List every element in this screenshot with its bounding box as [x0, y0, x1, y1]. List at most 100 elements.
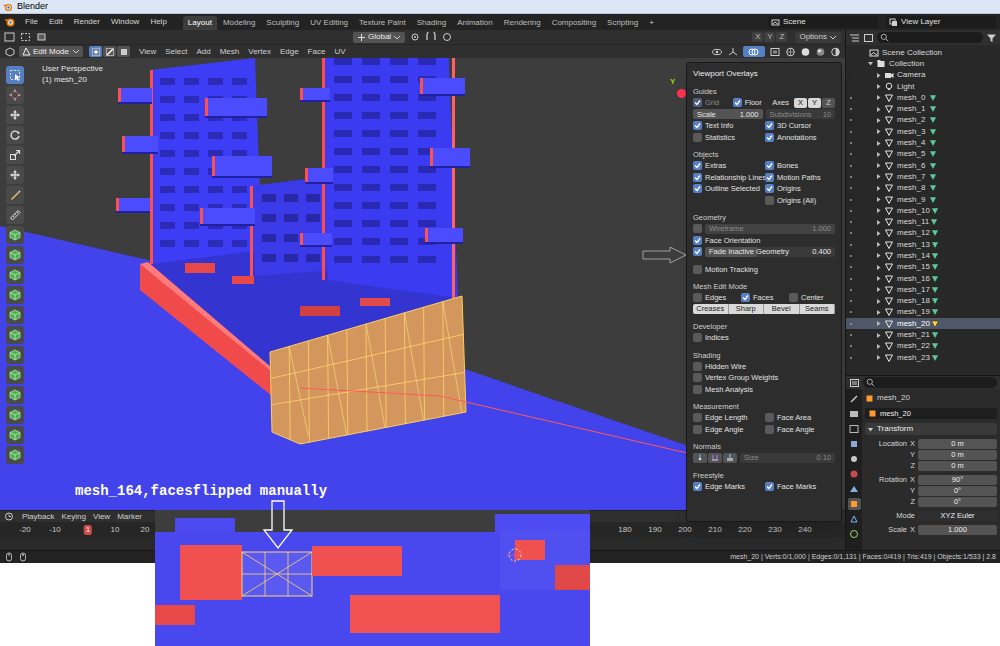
wireframe-shading-icon[interactable]: [785, 47, 796, 57]
object-tab-icon[interactable]: [848, 498, 861, 510]
exclude-dot-icon[interactable]: [850, 255, 852, 257]
outliner-item-name[interactable]: mesh_14: [897, 250, 930, 262]
extrude-icon[interactable]: [6, 246, 24, 264]
expand-arrow-icon[interactable]: [874, 207, 883, 214]
checkbox-option[interactable]: Indices: [693, 332, 835, 343]
outliner-editor-icon[interactable]: [849, 33, 860, 43]
mesh-data-icon[interactable]: [929, 217, 939, 227]
frame-number[interactable]: 210: [706, 525, 723, 535]
outliner-row[interactable]: mesh_19: [846, 307, 1000, 318]
exclude-dot-icon[interactable]: [850, 244, 852, 246]
checkbox[interactable]: [693, 293, 702, 302]
expand-arrow-icon[interactable]: [874, 309, 883, 316]
outliner-row[interactable]: mesh_0: [846, 92, 1000, 103]
modifier-tab-icon[interactable]: [848, 513, 861, 525]
checkbox[interactable]: [693, 236, 702, 245]
mesh-data-icon[interactable]: [930, 296, 940, 306]
property-field[interactable]: 0 m: [918, 461, 997, 471]
measure-icon[interactable]: [6, 206, 24, 224]
checkbox[interactable]: [741, 293, 750, 302]
split-normals-icon[interactable]: [708, 453, 722, 463]
slider-field[interactable]: Wireframe1.000: [705, 224, 835, 234]
spin-icon[interactable]: [6, 366, 24, 384]
expand-arrow-icon[interactable]: [874, 173, 883, 180]
move-icon[interactable]: [6, 106, 24, 124]
edge-select-icon[interactable]: [103, 46, 116, 57]
rendered-shading-icon[interactable]: [830, 47, 841, 57]
checkbox-option[interactable]: Statistics: [693, 132, 763, 143]
outliner-row[interactable]: mesh_3: [846, 126, 1000, 137]
outliner-item-name[interactable]: Light: [897, 81, 914, 93]
mesh-data-icon[interactable]: [928, 172, 938, 182]
exclude-dot-icon[interactable]: [850, 210, 852, 212]
outliner-item-name[interactable]: mesh_4: [897, 137, 925, 149]
world-tab-icon[interactable]: [848, 468, 861, 480]
outliner-item-name[interactable]: mesh_7: [897, 171, 925, 183]
solid-shading-icon[interactable]: [800, 47, 811, 57]
exclude-dot-icon[interactable]: [850, 232, 852, 234]
checkbox[interactable]: [765, 161, 774, 170]
workspace-tab[interactable]: Shading: [412, 16, 451, 30]
xray-icon[interactable]: [769, 47, 781, 57]
frame-number[interactable]: 20: [139, 525, 152, 535]
viewport-menu[interactable]: Edge: [277, 46, 302, 58]
checkbox[interactable]: [693, 133, 702, 142]
bevel-icon[interactable]: [6, 286, 24, 304]
outliner-item-name[interactable]: mesh_1: [897, 103, 925, 115]
number-field[interactable]: Scale1.000: [693, 109, 763, 119]
mesh-data-icon[interactable]: [930, 307, 940, 317]
axis-toggle[interactable]: Z: [822, 98, 835, 108]
viewport-menu[interactable]: UV: [331, 46, 348, 58]
expand-arrow-icon[interactable]: [874, 94, 883, 101]
expand-arrow-icon[interactable]: [874, 241, 883, 248]
outliner-item-name[interactable]: mesh_12: [897, 227, 930, 239]
exclude-dot-icon[interactable]: [850, 176, 852, 178]
checkbox[interactable]: [693, 247, 702, 256]
cursor-icon[interactable]: [6, 86, 24, 104]
mesh-data-icon[interactable]: [928, 138, 938, 148]
property-field[interactable]: 0 m: [918, 450, 997, 460]
checkbox-option[interactable]: Floor: [733, 97, 771, 108]
mesh-data-icon[interactable]: [930, 319, 940, 329]
checkbox-option[interactable]: Center: [789, 292, 835, 303]
frame-number[interactable]: 240: [796, 525, 813, 535]
mesh-data-icon[interactable]: [928, 115, 938, 125]
expand-arrow-icon[interactable]: [874, 72, 883, 79]
workspace-tab[interactable]: Rendering: [499, 16, 546, 30]
exclude-dot-icon[interactable]: [850, 357, 852, 359]
collapse-arrow-icon[interactable]: [866, 60, 875, 67]
frame-number[interactable]: 1: [84, 525, 92, 535]
expand-arrow-icon[interactable]: [874, 140, 883, 147]
menu-item[interactable]: Help: [145, 15, 171, 29]
outliner-item-name[interactable]: Camera: [897, 69, 925, 81]
outliner-item-name[interactable]: mesh_22: [897, 340, 930, 352]
mesh-data-icon[interactable]: [930, 285, 940, 295]
property-field[interactable]: XYZ Euler: [918, 511, 997, 521]
expand-arrow-icon[interactable]: [874, 117, 883, 124]
checkbox-option[interactable]: Motion Tracking: [693, 264, 835, 275]
object-name-field[interactable]: mesh_20: [865, 408, 997, 419]
exclude-dot-icon[interactable]: [850, 131, 852, 133]
frame-number[interactable]: 230: [766, 525, 783, 535]
scale-icon[interactable]: [6, 146, 24, 164]
mirror-axis-toggle[interactable]: Z: [776, 32, 787, 42]
mesh-data-icon[interactable]: [930, 228, 940, 238]
viewport-menu[interactable]: Face: [305, 46, 329, 58]
checkbox[interactable]: [693, 482, 702, 491]
workspace-tab[interactable]: Texture Paint: [354, 16, 411, 30]
expand-arrow-icon[interactable]: [874, 264, 883, 271]
mesh-data-icon[interactable]: [928, 195, 938, 205]
tool-tab-icon[interactable]: [848, 393, 861, 405]
outliner-row[interactable]: mesh_7: [846, 171, 1000, 182]
exclude-dot-icon[interactable]: [850, 334, 852, 336]
mesh-data-icon[interactable]: [930, 341, 940, 351]
property-field[interactable]: 0°: [918, 497, 997, 507]
outliner-search[interactable]: [877, 32, 983, 43]
checkbox-option[interactable]: Edge Length: [693, 412, 763, 423]
render-tab-icon[interactable]: [848, 408, 861, 420]
mode-dropdown[interactable]: Edit Mode: [19, 46, 83, 57]
outliner-item-name[interactable]: mesh_5: [897, 148, 925, 160]
checkbox-option[interactable]: Bones: [765, 160, 835, 171]
expand-arrow-icon[interactable]: [874, 83, 883, 90]
outliner-item-name[interactable]: mesh_0: [897, 92, 925, 104]
